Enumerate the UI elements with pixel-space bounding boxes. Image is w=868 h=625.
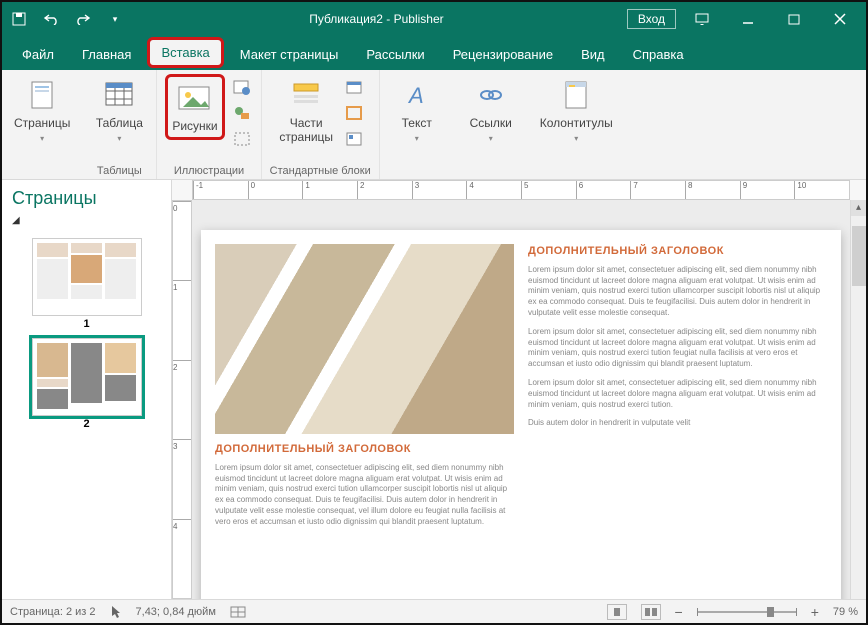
pages-button[interactable]: Страницы ▾ — [10, 74, 74, 147]
undo-icon[interactable] — [40, 8, 62, 30]
page-thumbnail-1[interactable] — [32, 238, 142, 316]
body-text: Lorem ipsum dolor sit amet, consectetuer… — [215, 463, 514, 528]
borders-icon[interactable] — [343, 102, 365, 124]
online-pictures-icon[interactable] — [231, 76, 253, 98]
zoom-out-button[interactable]: − — [675, 604, 683, 620]
body-text: Lorem ipsum dolor sit amet, consectetuer… — [528, 265, 827, 319]
library-image — [215, 244, 514, 434]
quick-access-toolbar: ▾ — [8, 8, 126, 30]
table-button[interactable]: Таблица ▾ — [90, 74, 148, 147]
tab-home[interactable]: Главная — [68, 39, 145, 70]
text-icon: A — [399, 78, 435, 112]
placeholder-icon[interactable] — [231, 128, 253, 150]
publication-page[interactable]: ДОПОЛНИТЕЛЬНЫЙ ЗАГОЛОВОК Lorem ipsum dol… — [201, 230, 841, 599]
thumb-2-number: 2 — [2, 418, 171, 430]
text-button[interactable]: A Текст ▾ — [388, 74, 446, 147]
body-text: Duis autem dolor in hendrerit in vulputa… — [528, 418, 827, 429]
window-title: Публикация2 - Publisher — [126, 12, 627, 26]
body-text: Lorem ipsum dolor sit amet, consectetuer… — [528, 378, 827, 410]
vertical-scrollbar[interactable]: ▴ — [850, 200, 866, 599]
page-panel: Страницы ◢ 1 2 — [2, 180, 172, 599]
tab-help[interactable]: Справка — [619, 39, 698, 70]
page-icon — [24, 78, 60, 112]
table-label: Таблица — [96, 116, 143, 130]
links-label: Ссылки — [470, 116, 512, 130]
tab-insert[interactable]: Вставка — [147, 37, 223, 68]
zoom-level[interactable]: 79 % — [833, 606, 858, 618]
pictures-label: Рисунки — [172, 119, 217, 133]
view-spread-icon[interactable] — [641, 604, 661, 620]
status-bar: Страница: 2 из 2 7,43; 0,84 дюйм − + 79 … — [2, 599, 866, 623]
thumb-1-number: 1 — [2, 318, 171, 330]
cursor-icon — [110, 605, 122, 619]
vertical-ruler[interactable]: 01234 — [172, 200, 192, 599]
close-icon[interactable] — [820, 4, 860, 34]
headers-button[interactable]: Колонтитулы ▾ — [536, 74, 617, 147]
redo-icon[interactable] — [72, 8, 94, 30]
scroll-up-icon[interactable]: ▴ — [851, 200, 866, 216]
page-parts-label: Части страницы — [279, 116, 333, 144]
object-size-icon — [230, 606, 246, 618]
view-single-icon[interactable] — [607, 604, 627, 620]
ribbon-options-icon[interactable] — [682, 4, 722, 34]
tab-file[interactable]: Файл — [8, 39, 68, 70]
group-illustrations-label: Иллюстрации — [174, 165, 244, 177]
qat-customize-icon[interactable]: ▾ — [104, 8, 126, 30]
tab-layout[interactable]: Макет страницы — [226, 39, 353, 70]
group-tables-label: Таблицы — [97, 165, 142, 177]
signin-button[interactable]: Вход — [627, 9, 676, 29]
collapse-icon[interactable]: ◢ — [2, 213, 171, 232]
headers-label: Колонтитулы — [540, 116, 613, 130]
body-text: Lorem ipsum dolor sit amet, consectetuer… — [528, 327, 827, 370]
page-panel-title: Страницы — [2, 180, 171, 213]
horizontal-ruler[interactable]: -1012345678910 — [192, 180, 850, 200]
zoom-in-button[interactable]: + — [811, 604, 819, 620]
heading-left: ДОПОЛНИТЕЛЬНЫЙ ЗАГОЛОВОК — [215, 442, 514, 457]
group-blocks-label: Стандартные блоки — [270, 165, 371, 177]
ribbon-tabs: Файл Главная Вставка Макет страницы Расс… — [2, 36, 866, 70]
page-thumbnail-2[interactable] — [32, 338, 142, 416]
status-coord: 7,43; 0,84 дюйм — [136, 606, 216, 618]
calendars-icon[interactable] — [343, 76, 365, 98]
status-page: Страница: 2 из 2 — [10, 606, 96, 618]
canvas[interactable]: ДОПОЛНИТЕЛЬНЫЙ ЗАГОЛОВОК Lorem ipsum dol… — [192, 200, 850, 599]
ribbon: Страницы ▾ Таблица ▾ Таблицы Рисунки Илл… — [2, 70, 866, 180]
links-button[interactable]: Ссылки ▾ — [462, 74, 520, 147]
heading-right: ДОПОЛНИТЕЛЬНЫЙ ЗАГОЛОВОК — [528, 244, 827, 259]
headers-icon — [558, 78, 594, 112]
pictures-icon — [177, 81, 213, 115]
page-parts-button[interactable]: Части страницы — [275, 74, 337, 148]
zoom-slider[interactable] — [697, 611, 797, 613]
save-icon[interactable] — [8, 8, 30, 30]
ads-icon[interactable] — [343, 128, 365, 150]
table-icon — [101, 78, 137, 112]
scroll-thumb[interactable] — [852, 226, 866, 286]
text-label: Текст — [402, 116, 432, 130]
minimize-icon[interactable] — [728, 4, 768, 34]
tab-view[interactable]: Вид — [567, 39, 619, 70]
canvas-area: -1012345678910 01234 ДОПОЛНИТЕЛЬНЫЙ ЗАГО… — [172, 180, 866, 599]
title-bar: ▾ Публикация2 - Publisher Вход — [2, 2, 866, 36]
work-area: Страницы ◢ 1 2 -1012345678910 01234 — [2, 180, 866, 599]
maximize-icon[interactable] — [774, 4, 814, 34]
pages-label: Страницы — [14, 116, 70, 130]
shapes-icon[interactable] — [231, 102, 253, 124]
pictures-button[interactable]: Рисунки — [165, 74, 224, 140]
tab-review[interactable]: Рецензирование — [439, 39, 567, 70]
links-icon — [473, 78, 509, 112]
page-parts-icon — [288, 78, 324, 112]
tab-mailings[interactable]: Рассылки — [352, 39, 438, 70]
svg-text:A: A — [407, 83, 424, 108]
